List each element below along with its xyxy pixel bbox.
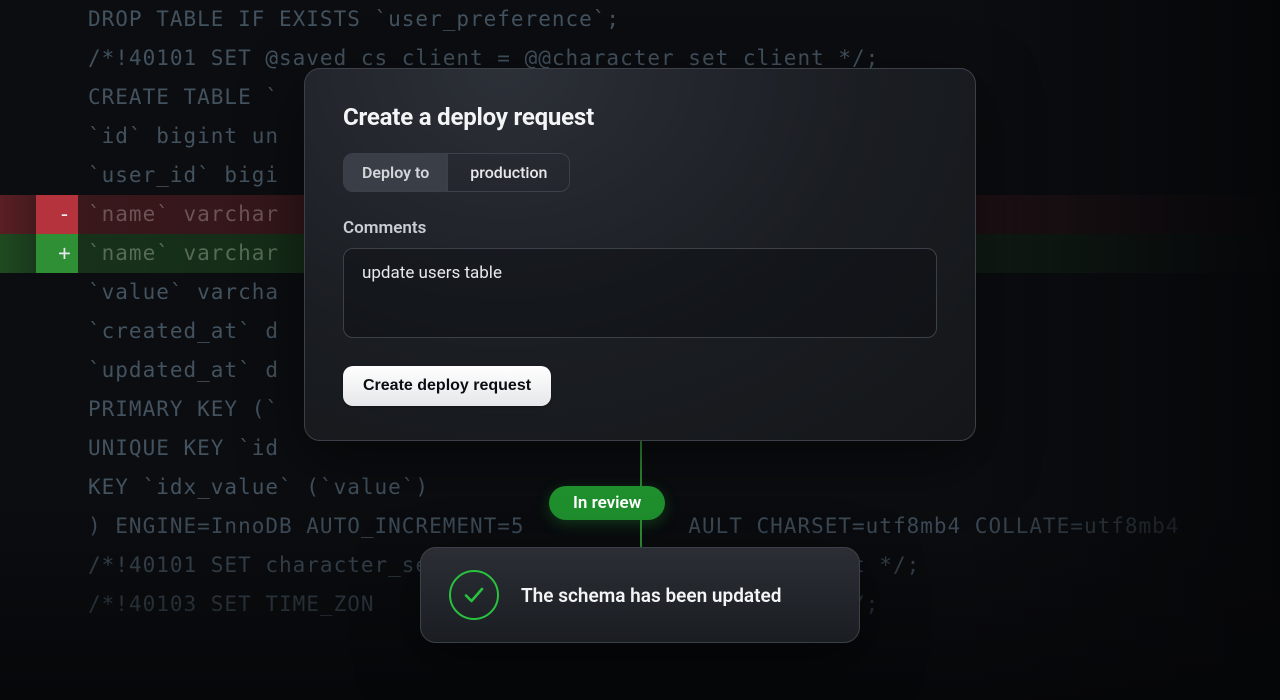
plus-icon: + xyxy=(54,234,76,273)
minus-icon: - xyxy=(54,195,76,234)
status-badge: In review xyxy=(549,486,665,520)
deploy-request-modal: Create a deploy request Deploy to produc… xyxy=(304,68,976,441)
code-text: DROP TABLE IF EXISTS `user_preference`; xyxy=(88,0,620,39)
code-text: UNIQUE KEY `id xyxy=(88,429,279,468)
deploy-to-label: Deploy to xyxy=(344,154,448,191)
schema-updated-toast: The schema has been updated xyxy=(420,547,860,643)
code-text: PRIMARY KEY (` xyxy=(88,390,279,429)
code-text: `name` varchar xyxy=(88,234,279,273)
deploy-to-selector[interactable]: Deploy to production xyxy=(343,153,570,192)
code-text: `name` varchar xyxy=(88,195,279,234)
code-text: `value` varcha xyxy=(88,273,279,312)
code-text: `id` bigint un xyxy=(88,117,279,156)
comments-label: Comments xyxy=(343,218,937,238)
toast-message: The schema has been updated xyxy=(521,584,781,607)
comments-textarea[interactable] xyxy=(343,248,937,338)
modal-title: Create a deploy request xyxy=(343,103,937,131)
create-deploy-request-button[interactable]: Create deploy request xyxy=(343,366,551,406)
code-line: DROP TABLE IF EXISTS `user_preference`; xyxy=(0,0,1280,39)
code-text: KEY `idx_value` (`value`) xyxy=(88,468,429,507)
code-text: `user_id` bigi xyxy=(88,156,279,195)
code-text: CREATE TABLE ` xyxy=(88,78,279,117)
check-circle-icon xyxy=(449,570,499,620)
deploy-to-value[interactable]: production xyxy=(448,154,569,191)
